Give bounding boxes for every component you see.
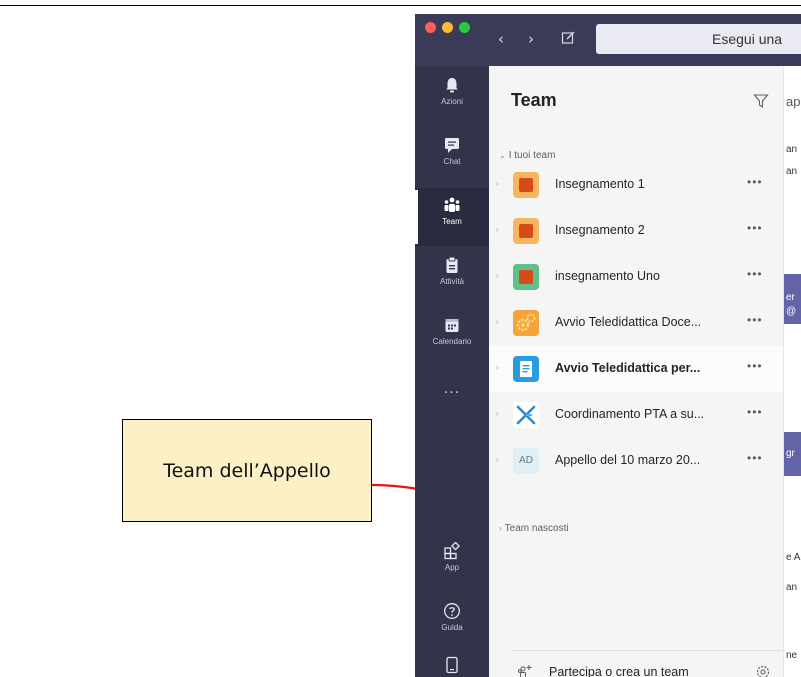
team-row[interactable]: › Insegnamento 1 ••• xyxy=(489,162,783,208)
team-row[interactable]: › Coordinamento PTA a su... ••• xyxy=(489,392,783,438)
section-hidden-teams[interactable]: › Team nascosti xyxy=(499,523,569,534)
expand-caret-icon[interactable]: › xyxy=(496,271,499,280)
apps-icon xyxy=(444,542,460,560)
more-options-icon[interactable]: ••• xyxy=(747,221,763,235)
expand-caret-icon[interactable]: › xyxy=(496,317,499,326)
panel-title: Team xyxy=(511,90,557,110)
rail-label: Chat xyxy=(443,157,461,166)
team-name: Avvio Teledidattica Doce... xyxy=(555,315,702,329)
content-fragment: e A xyxy=(786,552,801,563)
close-window-button[interactable] xyxy=(425,22,436,33)
back-arrow-icon[interactable]: ‹ xyxy=(498,30,504,48)
expand-caret-icon[interactable]: › xyxy=(496,455,499,464)
team-row[interactable]: › Insegnamento 2 ••• xyxy=(489,208,783,254)
app-rail: Azioni Chat Team Attività Calendario ...… xyxy=(415,66,489,677)
join-or-create-team-button[interactable]: Partecipa o crea un team xyxy=(489,661,783,677)
rail-item-app[interactable]: App xyxy=(415,534,489,592)
team-avatar-icon xyxy=(513,172,539,198)
section-label: Team nascosti xyxy=(504,523,569,534)
top-rule xyxy=(0,5,801,6)
calendar-icon xyxy=(445,319,459,332)
callout-box: Team dell’Appello xyxy=(122,419,372,522)
team-row[interactable]: › Avvio Teledidattica per... ••• xyxy=(489,346,783,392)
rail-label: Calendario xyxy=(432,337,472,346)
team-avatar-icon xyxy=(513,218,539,244)
rail-item-guida[interactable]: Guida xyxy=(415,594,489,652)
expand-caret-icon[interactable]: › xyxy=(496,179,499,188)
content-fragment: an xyxy=(786,582,798,593)
team-name: Coordinamento PTA a su... xyxy=(555,407,705,421)
team-row[interactable]: › Avvio Teledidattica Doce... ••• xyxy=(489,300,783,346)
rail-label: Attività xyxy=(439,277,464,286)
rail-item-team[interactable]: Team xyxy=(415,188,489,246)
gears-icon xyxy=(513,310,539,336)
rail-item-attivita[interactable]: Attività xyxy=(415,248,489,306)
document-icon xyxy=(513,356,539,382)
content-fragment: ap xyxy=(786,94,801,109)
more-options-icon[interactable]: ••• xyxy=(747,313,763,327)
more-options-icon[interactable]: ••• xyxy=(747,267,763,281)
more-options-icon[interactable]: ••• xyxy=(747,405,763,419)
rail-item-calendario[interactable]: Calendario xyxy=(415,308,489,366)
content-fragment: @ xyxy=(786,306,797,317)
rail-label: Guida xyxy=(441,623,463,632)
maximize-window-button[interactable] xyxy=(459,22,470,33)
filter-icon[interactable] xyxy=(753,93,769,109)
search-placeholder: Esegui una xyxy=(712,31,783,47)
minimize-window-button[interactable] xyxy=(442,22,453,33)
x-mark-icon xyxy=(513,402,539,428)
join-label: Partecipa o crea un team xyxy=(549,665,689,677)
team-name: Insegnamento 2 xyxy=(555,223,645,237)
expand-caret-icon[interactable]: › xyxy=(496,409,499,418)
more-icon: ... xyxy=(443,380,461,397)
content-fragment: ne xyxy=(786,650,798,661)
add-team-icon xyxy=(517,665,532,677)
compose-icon[interactable] xyxy=(561,30,576,49)
expand-caret-icon[interactable]: › xyxy=(496,363,499,372)
help-icon xyxy=(444,603,460,619)
chat-icon xyxy=(445,138,459,153)
team-name: Insegnamento 1 xyxy=(555,177,645,191)
team-row-appello[interactable]: › AD Appello del 10 marzo 20... ••• xyxy=(489,438,783,484)
more-options-icon[interactable]: ••• xyxy=(747,451,763,465)
more-options-icon[interactable]: ••• xyxy=(747,175,763,189)
content-fragment: an xyxy=(786,144,798,155)
expand-caret-icon: ⌄ xyxy=(499,151,506,160)
gear-icon[interactable] xyxy=(755,664,771,677)
callout-label: Team dell’Appello xyxy=(163,459,331,482)
teams-window: ‹ › Esegui una Azioni Chat Team Attività… xyxy=(415,14,801,677)
teams-icon xyxy=(444,197,460,212)
rail-label: Azioni xyxy=(441,97,463,106)
bell-icon xyxy=(446,78,458,93)
team-avatar-icon xyxy=(513,264,539,290)
rail-label: Team xyxy=(442,217,462,226)
divider xyxy=(511,650,783,651)
rail-item-azioni[interactable]: Azioni xyxy=(415,68,489,126)
content-area: ap an an er @ gr e A an ne xyxy=(783,66,801,677)
team-name: insegnamento Uno xyxy=(555,269,660,283)
team-name: Appello del 10 marzo 20... xyxy=(555,453,701,467)
title-bar: ‹ › Esegui una xyxy=(415,14,801,66)
team-avatar-initials: AD xyxy=(513,448,539,474)
rail-label: App xyxy=(444,563,460,572)
more-options-icon[interactable]: ••• xyxy=(747,359,763,373)
section-label: I tuoi team xyxy=(508,150,556,161)
rail-item-device[interactable] xyxy=(415,648,489,677)
team-row[interactable]: › insegnamento Uno ••• xyxy=(489,254,783,300)
team-name: Avvio Teledidattica per... xyxy=(555,361,701,375)
rail-item-chat[interactable]: Chat xyxy=(415,128,489,186)
device-icon xyxy=(446,656,458,674)
content-fragment: gr xyxy=(786,448,795,459)
section-your-teams[interactable]: ⌄ I tuoi team xyxy=(499,150,555,161)
search-field[interactable]: Esegui una xyxy=(596,24,801,54)
assignments-icon xyxy=(446,256,458,273)
content-fragment: an xyxy=(786,166,798,177)
rail-item-more[interactable]: ... xyxy=(415,370,489,428)
teams-panel: Team ⌄ I tuoi team › Insegnamento 1 ••• ›… xyxy=(489,66,783,677)
forward-arrow-icon[interactable]: › xyxy=(528,30,534,48)
content-fragment: er xyxy=(786,292,795,303)
collapsed-caret-icon: › xyxy=(499,524,502,533)
expand-caret-icon[interactable]: › xyxy=(496,225,499,234)
